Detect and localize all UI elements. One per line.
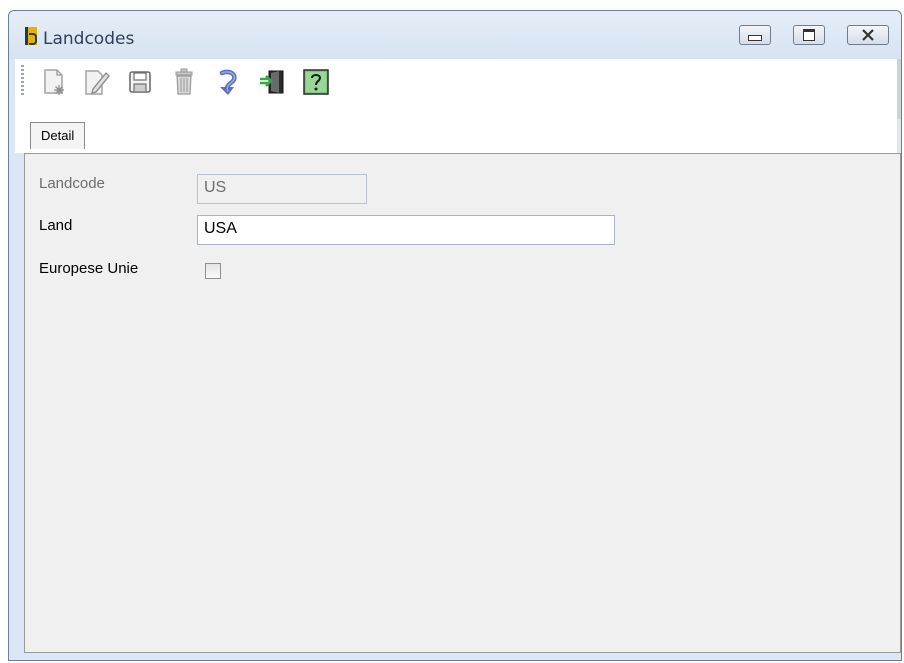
title-bar[interactable]: Landcodes [9,11,901,119]
europese-unie-checkbox[interactable] [205,263,221,279]
save-disk-icon [129,71,151,93]
window-edge [897,59,901,119]
edit-record-button[interactable] [79,65,113,99]
maximize-icon [794,26,824,44]
toolbar-grip[interactable] [21,65,24,97]
new-document-icon [44,69,64,95]
minimize-button[interactable] [739,25,771,45]
new-record-button[interactable] [37,65,71,99]
land-label: Land [39,217,73,234]
europese-unie-label: Europese Unie [39,260,139,277]
land-field[interactable]: USA [197,215,615,245]
detail-panel: Landcode US Land USA Europese Unie [24,153,901,653]
app-logo-icon [25,27,37,45]
close-icon [848,26,888,44]
help-question-icon [303,69,329,95]
undo-button[interactable] [211,65,245,99]
maximize-button[interactable] [793,25,825,45]
exit-button[interactable] [255,65,289,99]
delete-button[interactable] [167,65,201,99]
tab-strip: Detail [15,105,897,153]
landcode-label: Landcode [39,175,105,192]
undo-arrow-icon [219,69,237,95]
landcodes-window: Landcodes Detail Landcode US Land USA Eu… [8,10,902,661]
help-button[interactable] [299,65,333,99]
tab-detail[interactable]: Detail [30,122,86,149]
edit-pencil-icon [85,70,110,95]
close-button[interactable] [847,25,889,45]
trash-icon [175,68,193,95]
window-title: Landcodes [43,29,135,49]
exit-door-icon [260,70,284,94]
minimize-icon [740,26,770,44]
landcode-field[interactable]: US [197,174,367,204]
toolbar [15,59,897,105]
save-button[interactable] [123,65,157,99]
